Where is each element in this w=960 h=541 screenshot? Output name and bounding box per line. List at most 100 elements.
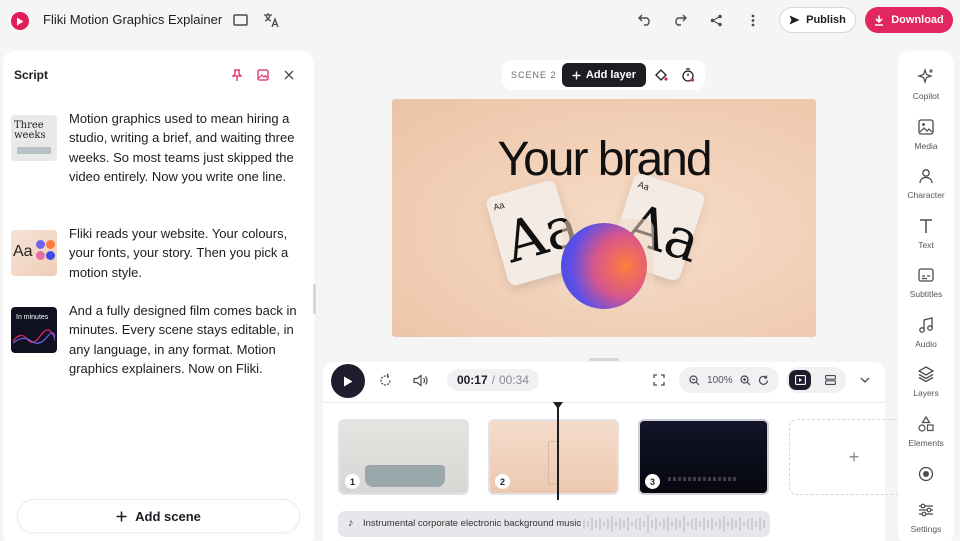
color-dot xyxy=(46,240,55,249)
panel-resize-handle[interactable] xyxy=(313,284,316,314)
timeline-resize-grip[interactable] xyxy=(589,358,619,361)
shapes-icon xyxy=(898,414,954,434)
card-label: Aa xyxy=(636,179,651,193)
timeline-clip-3[interactable]: 3 xyxy=(638,419,769,495)
chevron-down-icon[interactable] xyxy=(858,373,872,387)
fill-bucket-icon[interactable] xyxy=(653,67,669,83)
zoom-in-icon[interactable] xyxy=(740,374,751,386)
plus-icon: + xyxy=(848,446,860,467)
aspect-ratio-icon[interactable] xyxy=(231,12,249,28)
rail-item-copilot[interactable]: Copilot xyxy=(898,67,954,101)
timeline-ruler xyxy=(323,402,885,403)
scene-thumbnail[interactable]: Three weeks xyxy=(11,115,57,161)
download-button[interactable]: Download xyxy=(865,7,953,33)
translate-icon[interactable] xyxy=(262,11,280,29)
clip-number: 3 xyxy=(645,474,660,489)
audio-track-label: Instrumental corporate electronic backgr… xyxy=(363,518,582,529)
download-label: Download xyxy=(891,14,944,26)
script-scene-2[interactable]: Aa Fliki reads your website. Your colour… xyxy=(11,224,301,284)
script-scene-1[interactable]: Three weeks Motion graphics used to mean… xyxy=(11,109,301,209)
thumbnail-text: In minutes xyxy=(16,314,49,321)
pin-icon[interactable] xyxy=(230,68,244,82)
scene-script-text[interactable]: Motion graphics used to mean hiring a st… xyxy=(69,109,301,186)
color-dot xyxy=(36,240,45,249)
play-button[interactable] xyxy=(331,364,365,398)
timeline-clip-1[interactable]: 1 xyxy=(338,419,469,495)
clip-number: 2 xyxy=(495,474,510,489)
plus-icon xyxy=(116,511,127,521)
right-tool-rail: Copilot Media Character Text Subtitles A… xyxy=(898,51,954,541)
preview-icon xyxy=(794,375,806,385)
record-icon xyxy=(898,464,954,484)
music-note-icon: ♪ xyxy=(348,517,354,529)
scene-script-text[interactable]: Fliki reads your website. Your colours, … xyxy=(69,224,301,282)
person-icon xyxy=(898,166,954,186)
script-panel: Script Three weeks Motion graphics used … xyxy=(3,51,314,541)
scene-thumbnail[interactable]: Aa xyxy=(11,230,57,276)
close-icon[interactable] xyxy=(282,68,296,82)
zoom-control: 100% xyxy=(679,367,779,393)
gradient-orb[interactable] xyxy=(561,223,647,309)
current-time: 00:17 xyxy=(456,373,488,387)
redo-icon[interactable] xyxy=(671,12,689,28)
scene-script-text[interactable]: And a fully designed film comes back in … xyxy=(69,301,301,378)
rail-label: Text xyxy=(918,240,934,250)
view-mode-toggle xyxy=(786,367,846,393)
clip-number: 1 xyxy=(345,474,360,489)
rail-label: Character xyxy=(907,190,945,200)
color-dot xyxy=(36,251,45,260)
rail-item-audio[interactable]: Audio xyxy=(898,315,954,349)
total-time: 00:34 xyxy=(499,373,530,387)
laptop-shape xyxy=(17,147,51,154)
subtitles-icon xyxy=(898,265,954,285)
list-icon xyxy=(824,375,836,385)
scene-canvas[interactable]: Your brand Aa Aa Aa Aa xyxy=(392,99,816,337)
rail-label: Subtitles xyxy=(909,289,943,299)
audio-track[interactable]: ♪ Instrumental corporate electronic back… xyxy=(338,511,770,537)
publish-button[interactable]: Publish xyxy=(779,7,856,33)
more-options-icon[interactable] xyxy=(745,12,761,28)
rail-label: Settings xyxy=(910,524,942,534)
image-icon xyxy=(898,117,954,137)
playhead[interactable] xyxy=(557,402,559,500)
rail-item-elements[interactable]: Elements xyxy=(898,414,954,448)
rail-label: Copilot xyxy=(912,91,940,101)
zoom-level: 100% xyxy=(707,374,733,386)
rail-item-settings[interactable]: Settings xyxy=(898,500,954,534)
loop-icon[interactable] xyxy=(376,371,394,389)
rail-item-layers[interactable]: Layers xyxy=(898,364,954,398)
fullscreen-icon[interactable] xyxy=(651,372,667,388)
image-toggle-icon[interactable] xyxy=(256,68,270,82)
rail-label: Audio xyxy=(915,339,937,349)
rail-item-media[interactable]: Media xyxy=(898,117,954,151)
rail-item-record[interactable] xyxy=(898,464,954,484)
scene-toolbar: SCENE 2 Add layer xyxy=(502,60,705,90)
script-scene-3[interactable]: In minutes And a fully designed film com… xyxy=(11,301,301,401)
preview-mode-button[interactable] xyxy=(789,370,811,390)
undo-icon[interactable] xyxy=(636,12,654,28)
rail-item-text[interactable]: Text xyxy=(898,216,954,250)
text-icon xyxy=(898,216,954,236)
wave-graphic xyxy=(13,329,55,344)
add-scene-button[interactable]: Add scene xyxy=(17,499,300,533)
rail-label: Elements xyxy=(908,438,944,448)
list-mode-button[interactable] xyxy=(819,370,841,390)
zoom-out-icon[interactable] xyxy=(689,374,700,386)
share-icon[interactable] xyxy=(707,12,725,28)
play-icon xyxy=(344,376,353,386)
time-display: 00:17 / 00:34 xyxy=(447,369,539,391)
timeline-clip-2[interactable]: 2 xyxy=(488,419,619,495)
timer-icon[interactable] xyxy=(680,67,696,83)
rail-item-subtitles[interactable]: Subtitles xyxy=(898,265,954,299)
top-bar: Fliki Motion Graphics Explainer Publish … xyxy=(0,0,960,42)
script-panel-title: Script xyxy=(14,68,49,82)
rail-item-character[interactable]: Character xyxy=(898,166,954,200)
project-title[interactable]: Fliki Motion Graphics Explainer xyxy=(43,12,222,27)
scene-indicator: SCENE 2 xyxy=(511,70,557,80)
canvas-headline[interactable]: Your brand xyxy=(392,132,816,187)
fliki-logo-icon[interactable] xyxy=(11,12,29,30)
volume-icon[interactable] xyxy=(411,372,429,388)
reset-zoom-icon[interactable] xyxy=(758,375,769,386)
add-layer-button[interactable]: Add layer xyxy=(562,63,646,87)
scene-thumbnail[interactable]: In minutes xyxy=(11,307,57,353)
